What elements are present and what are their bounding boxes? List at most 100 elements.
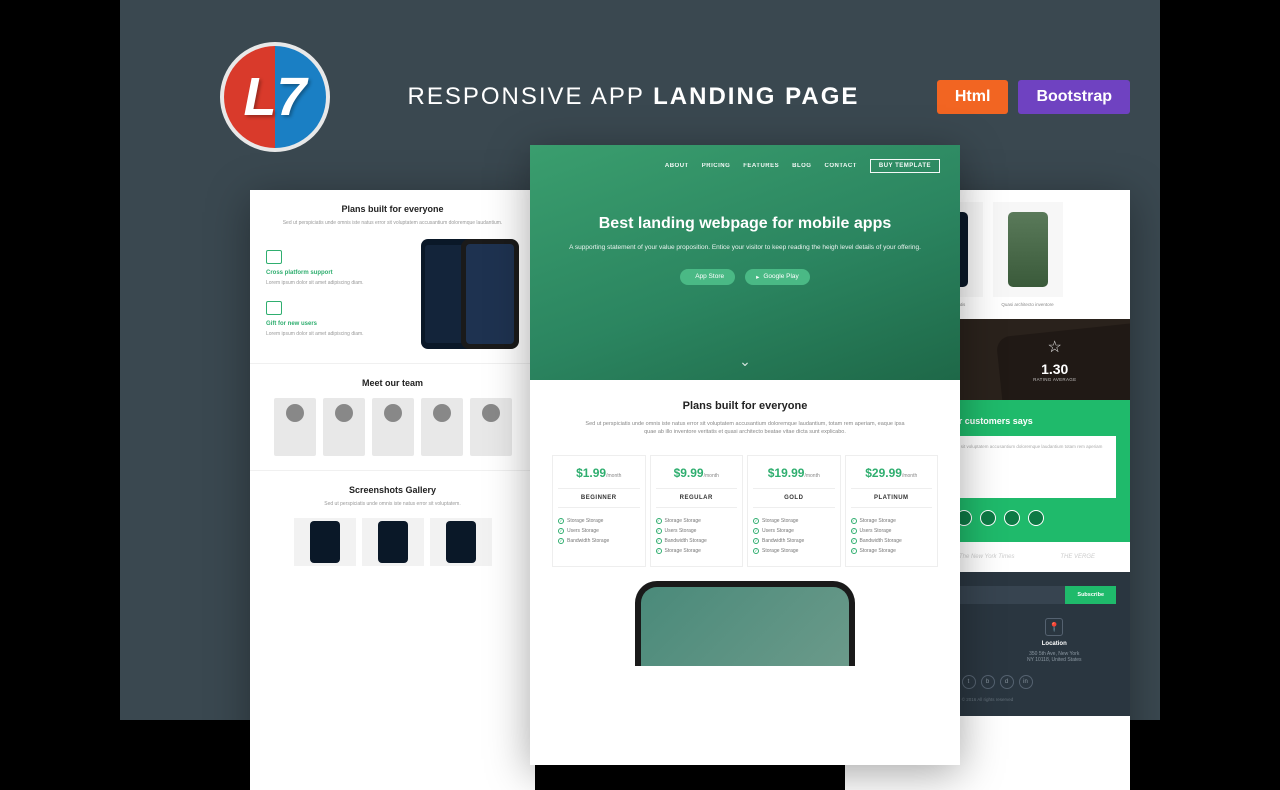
feat2-text: Lorem ipsum dolor sit amet adipiscing di… — [266, 331, 419, 338]
plan-card[interactable]: $1.99/month BEGINNER ✓Storage Storage✓User… — [552, 455, 646, 567]
team-title: Meet our team — [266, 378, 519, 388]
page-title: RESPONSIVE APP LANDING PAGE — [330, 83, 937, 111]
plan-card[interactable]: $9.99/monthREGULAR✓Storage Storage✓Users… — [650, 455, 744, 567]
avatar[interactable] — [980, 510, 996, 526]
nav-about[interactable]: ABOUT — [665, 163, 689, 169]
nav-pricing[interactable]: PRICING — [702, 163, 731, 169]
plan-price: $19.99/month — [753, 466, 835, 480]
plan-feature: ✓Users Storage — [656, 526, 738, 536]
plan-feature: ✓Users Storage — [753, 526, 835, 536]
nav-features[interactable]: FEATURES — [743, 163, 779, 169]
plans-grid: $1.99/monthBEGINNER✓Storage Storage✓User… — [552, 455, 938, 567]
play-icon: ▸ — [756, 273, 759, 281]
header: L7 RESPONSIVE APP LANDING PAGE Html Boot… — [220, 42, 1130, 152]
preview-panel-center: ABOUT PRICING FEATURES BLOG CONTACT BUY … — [530, 145, 960, 765]
check-icon: ✓ — [753, 528, 759, 534]
gift-icon — [266, 301, 282, 315]
brand: The New York Times — [959, 554, 1015, 560]
phone-mockup-2 — [461, 239, 519, 349]
tag-html: Html — [937, 80, 1009, 114]
plans-sub: Sed ut perspiciatis unde omnis iste natu… — [585, 420, 905, 437]
chevron-down-icon[interactable]: ⌄ — [739, 353, 751, 370]
plan-tier: PLATINUM — [851, 488, 933, 508]
plan-price: $29.99/month — [851, 466, 933, 480]
plans-section: Plans built for everyone Sed ut perspici… — [530, 380, 960, 686]
check-icon: ✓ — [753, 548, 759, 554]
star-icon: ☆ — [1033, 337, 1076, 357]
avatar[interactable] — [1004, 510, 1020, 526]
team-member — [470, 398, 512, 456]
plan-feature: ✓Users Storage — [851, 526, 933, 536]
avatar[interactable] — [1028, 510, 1044, 526]
googleplay-button[interactable]: ▸Google Play — [745, 269, 810, 285]
gallery-title: Screenshots Gallery — [266, 485, 519, 495]
plan-feature: ✓Bandwidth Storage — [558, 536, 640, 546]
plan-feature: ✓Storage Storage — [753, 546, 835, 556]
gallery-thumbs — [266, 518, 519, 566]
check-icon: ✓ — [558, 528, 564, 534]
phone-mockups — [429, 239, 519, 349]
social-li-icon[interactable]: in — [1019, 675, 1033, 689]
plan-price: $9.99/month — [656, 466, 738, 480]
social-be-icon[interactable]: b — [981, 675, 995, 689]
subscribe-button[interactable]: Subscribe — [1065, 586, 1116, 604]
left-plans-sub: Sed ut perspiciatis unde omnis iste natu… — [266, 220, 519, 227]
team-member — [372, 398, 414, 456]
footer-loc: 350 5th Ave, New York NY 10118, United S… — [993, 651, 1117, 663]
plan-card[interactable]: $29.99/monthPLATINUM✓Storage Storage✓Use… — [845, 455, 939, 567]
plan-feature: ✓Bandwidth Storage — [656, 536, 738, 546]
plan-price: $1.99/month — [558, 466, 640, 480]
brand: THE VERGE — [1060, 554, 1095, 560]
social-tw-icon[interactable]: t — [962, 675, 976, 689]
check-icon: ✓ — [753, 538, 759, 544]
plan-feature: ✓Storage Storage — [656, 516, 738, 526]
brand-logo: L7 — [220, 42, 330, 152]
feat1-title: Cross platform support — [266, 270, 419, 276]
tech-tags: Html Bootstrap — [937, 80, 1130, 114]
gallery-thumb[interactable] — [362, 518, 424, 566]
social-dr-icon[interactable]: d — [1000, 675, 1014, 689]
nav-blog[interactable]: BLOG — [792, 163, 811, 169]
card-phone — [993, 202, 1063, 297]
plan-card[interactable]: $19.99/monthGOLD✓Storage Storage✓Users S… — [747, 455, 841, 567]
team-member — [323, 398, 365, 456]
check-icon: ✓ — [656, 528, 662, 534]
plan-tier: BEGINNER — [558, 488, 640, 508]
footer-loc-title: Location — [993, 641, 1117, 647]
left-plans-title: Plans built for everyone — [266, 204, 519, 214]
phone-showcase — [635, 581, 855, 666]
gallery-thumb[interactable] — [430, 518, 492, 566]
plan-feature: ✓Users Storage — [558, 526, 640, 536]
feat2-title: Gift for new users — [266, 321, 419, 327]
team-member — [421, 398, 463, 456]
check-icon: ✓ — [656, 518, 662, 524]
appstore-button[interactable]: App Store — [680, 269, 735, 285]
nav-contact[interactable]: CONTACT — [824, 163, 856, 169]
plan-feature: ✓Storage Storage — [656, 546, 738, 556]
plan-feature: ✓Storage Storage — [851, 516, 933, 526]
logo-text: L7 — [243, 66, 306, 128]
check-icon: ✓ — [558, 518, 564, 524]
plans-title: Plans built for everyone — [552, 400, 938, 412]
monitor-icon — [266, 250, 282, 264]
hero: ABOUT PRICING FEATURES BLOG CONTACT BUY … — [530, 145, 960, 380]
stat-label: RATING AVERAGE — [1033, 377, 1076, 382]
plan-tier: GOLD — [753, 488, 835, 508]
gallery-thumb[interactable] — [294, 518, 356, 566]
card-caption: Quasi architecto inventore — [993, 302, 1063, 307]
team-member — [274, 398, 316, 456]
check-icon: ✓ — [851, 548, 857, 554]
plan-feature: ✓Storage Storage — [851, 546, 933, 556]
main-nav: ABOUT PRICING FEATURES BLOG CONTACT BUY … — [550, 159, 940, 173]
plan-feature: ✓Bandwidth Storage — [753, 536, 835, 546]
team-photos — [266, 398, 519, 456]
plan-tier: REGULAR — [656, 488, 738, 508]
preview-panel-left: Plans built for everyone Sed ut perspici… — [250, 190, 535, 790]
check-icon: ✓ — [558, 538, 564, 544]
plan-feature: ✓Storage Storage — [558, 516, 640, 526]
hero-title: Best landing webpage for mobile apps — [550, 215, 940, 233]
buy-template-button[interactable]: BUY TEMPLATE — [870, 159, 940, 173]
stage: L7 RESPONSIVE APP LANDING PAGE Html Boot… — [120, 0, 1160, 720]
plan-feature: ✓Storage Storage — [753, 516, 835, 526]
check-icon: ✓ — [851, 528, 857, 534]
